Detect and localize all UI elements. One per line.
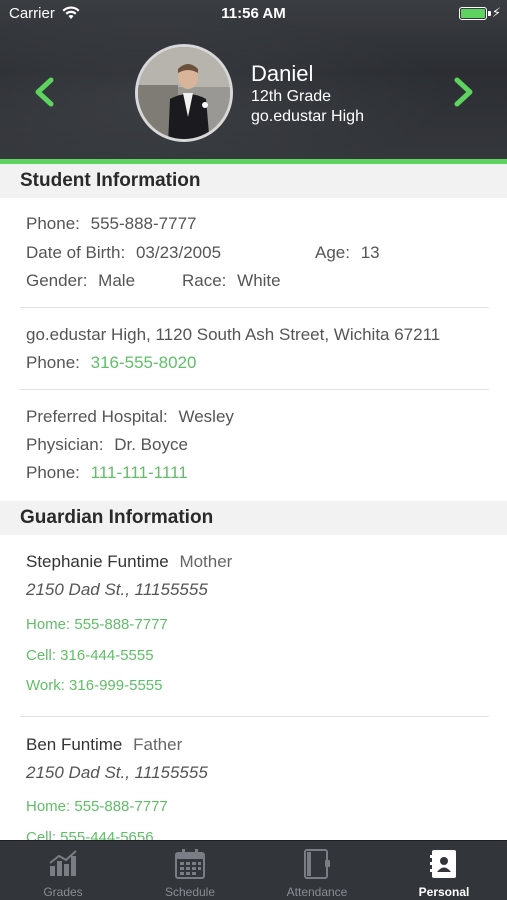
divider	[20, 307, 489, 308]
age-row: Age: 13	[315, 243, 380, 263]
tab-schedule[interactable]: Schedule	[127, 841, 253, 900]
guardian-work-phone-link[interactable]: Work: 316-999-5555	[26, 677, 162, 694]
student-school: go.edustar High	[251, 108, 364, 125]
age-label: Age:	[315, 243, 350, 262]
guardian-name: Stephanie Funtime	[26, 552, 169, 571]
student-phone-value: 555-888-7777	[90, 214, 197, 233]
physician-row: Physician: Dr. Boyce	[26, 435, 188, 455]
guardian-home-phone-link[interactable]: Home: 555-888-7777	[26, 616, 168, 633]
race-row: Race: White	[182, 271, 281, 291]
contact-book-icon	[430, 850, 456, 878]
hospital-label: Preferred Hospital:	[26, 407, 168, 426]
race-value: White	[237, 271, 281, 290]
clock: 11:56 AM	[221, 5, 286, 22]
guardian-name-row: Ben Funtime Father	[26, 735, 182, 755]
guardian-address: 2150 Dad St., 11155555	[26, 580, 208, 599]
divider	[20, 389, 489, 390]
hospital-value: Wesley	[178, 407, 234, 426]
guardian-relation: Mother	[179, 552, 233, 571]
dob-value: 03/23/2005	[135, 243, 222, 262]
calendar-icon	[175, 849, 205, 879]
school-phone-row: Phone: 316-555-8020	[26, 353, 197, 373]
battery-icon	[459, 7, 487, 20]
tab-personal[interactable]: Personal	[381, 841, 507, 900]
student-phone-label: Phone:	[26, 214, 80, 233]
guardian-address: 2150 Dad St., 11155555	[26, 763, 208, 782]
student-avatar	[135, 44, 233, 142]
school-phone-link[interactable]: 316-555-8020	[91, 353, 197, 372]
school-address: go.edustar High, 1120 South Ash Street, …	[26, 325, 441, 344]
medical-phone-link[interactable]: 111-111-1111	[91, 463, 188, 482]
student-phone-row: Phone: 555-888-7777	[26, 214, 197, 234]
tab-schedule-label: Schedule	[164, 885, 216, 899]
guardian-name: Ben Funtime	[26, 735, 123, 754]
medical-phone-row: Phone: 111-111-1111	[26, 463, 188, 483]
tab-attendance-label: Attendance	[286, 885, 348, 899]
dob-label: Date of Birth:	[26, 243, 126, 262]
divider	[20, 716, 489, 717]
guardian-home-phone-link[interactable]: Home: 555-888-7777	[26, 798, 168, 815]
student-name: Daniel	[251, 61, 314, 86]
gender-row: Gender: Male	[26, 271, 135, 291]
next-student-chevron-icon[interactable]	[450, 76, 478, 108]
hospital-row: Preferred Hospital: Wesley	[26, 407, 234, 427]
student-photo	[138, 47, 230, 139]
gender-label: Gender:	[26, 271, 88, 290]
charging-icon: ⚡	[491, 5, 501, 20]
tab-attendance[interactable]: Attendance	[254, 841, 380, 900]
tab-personal-label: Personal	[418, 885, 470, 899]
student-information-heading: Student Information	[0, 164, 507, 198]
profile-header: Carrier 11:56 AM ⚡ Daniel 12th Grade go.…	[0, 0, 507, 160]
guardian-cell-phone-link[interactable]: Cell: 316-444-5555	[26, 647, 154, 664]
attendance-book-icon	[304, 849, 330, 879]
physician-label: Physician:	[26, 435, 104, 454]
age-value: 13	[360, 243, 380, 262]
student-grade: 12th Grade	[251, 88, 332, 105]
medical-phone-label: Phone:	[26, 463, 80, 482]
gender-value: Male	[98, 271, 136, 290]
school-phone-label: Phone:	[26, 353, 80, 372]
tab-bar: Grades Schedule Attendance Personal	[0, 840, 507, 900]
dob-row: Date of Birth: 03/23/2005	[26, 243, 221, 263]
race-label: Race:	[182, 271, 227, 290]
physician-value: Dr. Boyce	[114, 435, 188, 454]
guardian-relation: Father	[133, 735, 183, 754]
status-bar: Carrier 11:56 AM ⚡	[0, 0, 507, 28]
grades-chart-icon	[49, 850, 77, 876]
previous-student-chevron-icon[interactable]	[30, 76, 58, 108]
tab-grades[interactable]: Grades	[0, 841, 126, 900]
guardian-name-row: Stephanie Funtime Mother	[26, 552, 232, 572]
guardian-information-heading: Guardian Information	[0, 501, 507, 535]
tab-grades-label: Grades	[43, 885, 83, 899]
